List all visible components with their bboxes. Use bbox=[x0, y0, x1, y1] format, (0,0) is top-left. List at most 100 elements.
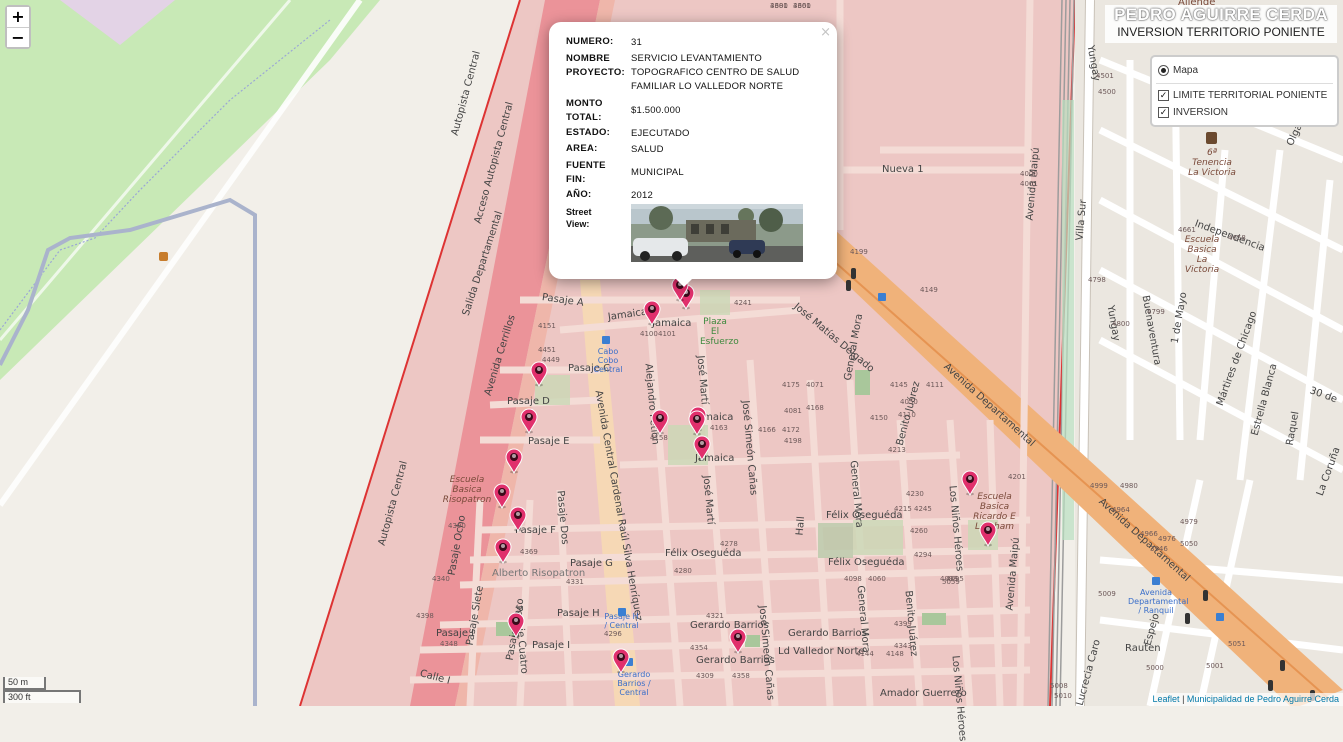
monto-label: MONTO TOTAL: bbox=[566, 98, 603, 123]
house-number: 4980 bbox=[1120, 482, 1138, 490]
marker-icon[interactable] bbox=[960, 470, 980, 496]
marker-icon[interactable] bbox=[529, 361, 549, 387]
zoom-out-icon[interactable]: − bbox=[7, 27, 29, 47]
ano-value: 2012 bbox=[631, 190, 653, 201]
house-number: 4976 bbox=[1158, 535, 1176, 543]
marker-icon[interactable] bbox=[687, 410, 707, 436]
marker-icon[interactable] bbox=[978, 521, 998, 547]
house-number: 4099 bbox=[940, 575, 958, 583]
marker-icon[interactable] bbox=[642, 300, 662, 326]
overlay-label: INVERSION bbox=[1173, 107, 1229, 118]
house-number: 5009 bbox=[1098, 590, 1116, 598]
restaurant-icon[interactable] bbox=[159, 252, 168, 261]
house-number: 5051 bbox=[1228, 640, 1246, 648]
street-label: Nueva 1 bbox=[882, 164, 924, 175]
house-number: 4001 bbox=[1020, 180, 1038, 188]
house-number: 5008 bbox=[1050, 682, 1068, 690]
leaflet-link[interactable]: Leaflet bbox=[1153, 694, 1180, 704]
street-label: Pasaje H bbox=[557, 608, 600, 619]
checkbox-icon[interactable]: ✓ bbox=[1158, 107, 1169, 118]
popup-tip bbox=[674, 277, 694, 287]
house-number: 4144 bbox=[856, 650, 874, 658]
park-label: Plaza El Esfuerzo bbox=[700, 317, 739, 347]
marker-icon[interactable] bbox=[650, 409, 670, 435]
house-number: 4331 bbox=[566, 578, 584, 586]
estado-label: ESTADO: bbox=[566, 127, 611, 138]
radio-icon[interactable] bbox=[1158, 65, 1169, 76]
close-icon[interactable]: × bbox=[820, 25, 831, 40]
marker-icon[interactable] bbox=[506, 612, 526, 638]
numero-label: NUMERO: bbox=[566, 36, 614, 47]
house-number: 4296 bbox=[604, 630, 622, 638]
place-label: Escuela Basica La Victoria bbox=[1184, 235, 1220, 275]
police-icon[interactable] bbox=[1206, 132, 1217, 144]
monto-value: $1.500.000 bbox=[631, 105, 681, 116]
project-popup: × NUMERO: 31 NOMBRE PROYECTO: SERVICIO L… bbox=[549, 22, 837, 279]
street-view-image[interactable] bbox=[631, 204, 803, 262]
house-number: 4294 bbox=[914, 551, 932, 559]
street-label: Gerardo Barrios bbox=[696, 655, 775, 666]
attribution-separator: | bbox=[1179, 694, 1187, 704]
traffic-signal-icon bbox=[1203, 590, 1208, 601]
layer-control: Mapa ✓ LIMITE TERRITORIAL PONIENTE ✓ INV… bbox=[1150, 55, 1339, 127]
street-view-label: Street View: bbox=[566, 207, 592, 229]
street-label: Pasaje I bbox=[532, 640, 571, 651]
house-number: 4145 bbox=[890, 381, 908, 389]
house-number: 4798 bbox=[1088, 276, 1106, 284]
house-number: 5000 bbox=[1146, 664, 1164, 672]
house-number: 4343 bbox=[894, 642, 912, 650]
house-number: 4501 bbox=[1096, 72, 1114, 80]
zoom-in-icon[interactable]: + bbox=[7, 7, 29, 27]
house-number: 4245 bbox=[914, 505, 932, 513]
house-number: 3946 bbox=[1150, 545, 1168, 553]
house-number: 4150 bbox=[870, 414, 888, 422]
house-number: 4380 bbox=[770, 2, 788, 10]
traffic-signal-icon bbox=[1268, 680, 1273, 691]
fuente-label: FUENTE FIN: bbox=[566, 160, 606, 185]
scale-imperial: 300 ft bbox=[3, 690, 81, 703]
source-link[interactable]: Municipalidad de Pedro Aguirre Cerda bbox=[1187, 694, 1339, 704]
bus-stop-icon[interactable] bbox=[618, 608, 626, 616]
marker-icon[interactable] bbox=[508, 506, 528, 532]
street-label: Félix Oseguéda bbox=[665, 548, 742, 559]
marker-icon[interactable] bbox=[728, 628, 748, 654]
house-number: 4280 bbox=[674, 567, 692, 575]
base-layer-option[interactable]: Mapa bbox=[1158, 65, 1198, 76]
marker-icon[interactable] bbox=[504, 448, 524, 474]
house-number: 4964 bbox=[1112, 506, 1130, 514]
attribution: Leaflet | Municipalidad de Pedro Aguirre… bbox=[1148, 693, 1343, 706]
house-number: 4451 bbox=[538, 346, 556, 354]
house-number: 4071 bbox=[806, 381, 824, 389]
house-number: 4172 bbox=[782, 426, 800, 434]
page-subtitle: INVERSION TERRITORIO PONIENTE bbox=[1117, 25, 1325, 39]
place-label: 6ª Tenencia La Victoria bbox=[1188, 148, 1236, 178]
house-number: 4213 bbox=[888, 446, 906, 454]
house-number: 4101 bbox=[658, 330, 676, 338]
overlay-option-limite[interactable]: ✓ LIMITE TERRITORIAL PONIENTE bbox=[1158, 90, 1327, 101]
bus-stop-icon[interactable] bbox=[602, 336, 610, 344]
house-number: 4149 bbox=[920, 286, 938, 294]
bus-stop-icon[interactable] bbox=[878, 293, 886, 301]
checkbox-icon[interactable]: ✓ bbox=[1158, 90, 1169, 101]
marker-icon[interactable] bbox=[519, 408, 539, 434]
house-number: 4050 bbox=[900, 398, 918, 406]
bus-stop-icon[interactable] bbox=[1152, 577, 1160, 585]
bus-stop-label: Avenida Departamental / Ranquil bbox=[1128, 588, 1189, 615]
base-layer-label: Mapa bbox=[1173, 65, 1199, 76]
street-label: Félix Oseguéda bbox=[826, 510, 903, 521]
house-number: 4309 bbox=[696, 672, 714, 680]
marker-icon[interactable] bbox=[692, 435, 712, 461]
overlay-label: LIMITE TERRITORIAL PONIENTE bbox=[1173, 90, 1328, 101]
marker-icon[interactable] bbox=[493, 538, 513, 564]
house-number: 4799 bbox=[1147, 308, 1165, 316]
house-number: 4300 bbox=[448, 522, 466, 530]
street-label: Ld Valledor Norte bbox=[778, 646, 865, 657]
marker-icon[interactable] bbox=[611, 648, 631, 674]
numero-value: 31 bbox=[631, 37, 642, 48]
area-label: AREA: bbox=[566, 143, 598, 154]
house-number: 4979 bbox=[1180, 518, 1198, 526]
nombre-value: SERVICIO LEVANTAMIENTO TOPOGRAFICO CENTR… bbox=[631, 53, 800, 92]
house-number: 4340 bbox=[432, 575, 450, 583]
overlay-option-inversion[interactable]: ✓ INVERSION bbox=[1158, 107, 1228, 118]
bus-stop-icon[interactable] bbox=[1216, 613, 1224, 621]
